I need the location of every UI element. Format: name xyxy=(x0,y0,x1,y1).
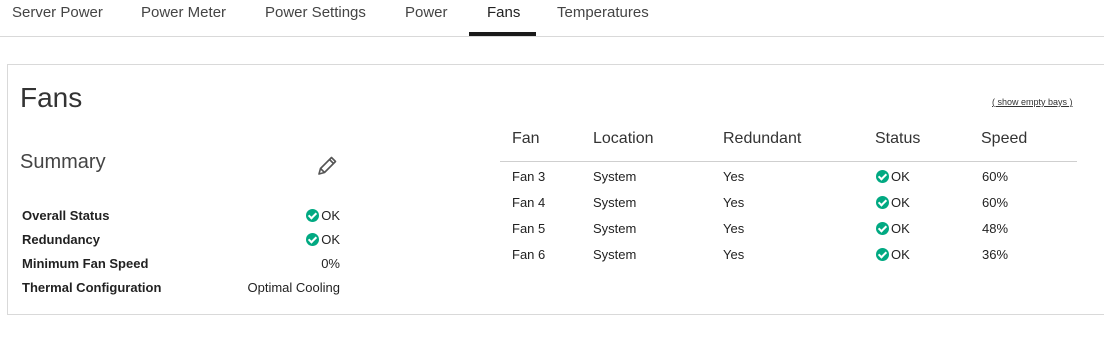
cell-status: OK xyxy=(876,221,910,236)
cell-fan: Fan 3 xyxy=(512,169,546,184)
status-text: OK xyxy=(891,169,910,184)
status-text: OK xyxy=(321,208,340,223)
status-text: OK xyxy=(891,221,910,236)
cell-redundant: Yes xyxy=(723,195,745,210)
ok-check-icon xyxy=(306,209,320,222)
column-header-fan[interactable]: Fan xyxy=(512,130,540,148)
tab-power[interactable]: Power xyxy=(405,0,448,37)
status-text: OK xyxy=(891,195,910,210)
active-tab-indicator xyxy=(469,32,536,36)
tab-bar: Server Power Power Meter Power Settings … xyxy=(0,0,1104,37)
column-header-status[interactable]: Status xyxy=(875,130,920,148)
table-row: Fan 3 System Yes OK 60% xyxy=(500,165,1077,191)
summary-row-minimum-fan-speed: Minimum Fan Speed 0% xyxy=(22,254,340,276)
table-row: Fan 4 System Yes OK 60% xyxy=(500,191,1077,217)
tab-server-power[interactable]: Server Power xyxy=(12,0,103,37)
show-empty-bays-link[interactable]: ( show empty bays ) xyxy=(992,97,1073,107)
column-header-redundant[interactable]: Redundant xyxy=(723,130,801,148)
tab-power-settings[interactable]: Power Settings xyxy=(265,0,366,37)
summary-title: Summary xyxy=(20,151,106,173)
fans-panel: Fans ( show empty bays ) Summary Overall… xyxy=(7,64,1104,315)
ok-check-icon xyxy=(876,222,889,235)
summary-value: OK xyxy=(306,208,340,223)
ok-check-icon xyxy=(876,248,889,261)
cell-speed: 60% xyxy=(982,195,1009,210)
cell-redundant: Yes xyxy=(723,221,745,236)
ok-check-icon xyxy=(306,233,320,246)
summary-value: 0% xyxy=(321,256,340,271)
pencil-edit-icon[interactable] xyxy=(314,153,340,179)
summary-label: Thermal Configuration xyxy=(22,280,162,295)
summary-row-redundancy: Redundancy OK xyxy=(22,230,340,252)
cell-fan: Fan 4 xyxy=(512,195,546,210)
summary-row-thermal-configuration: Thermal Configuration Optimal Cooling xyxy=(22,278,340,300)
cell-redundant: Yes xyxy=(723,247,745,262)
cell-location: System xyxy=(593,221,637,236)
cell-status: OK xyxy=(876,169,910,184)
status-text: OK xyxy=(321,232,340,247)
summary-label: Redundancy xyxy=(22,232,101,247)
cell-speed: 60% xyxy=(982,169,1009,184)
ok-check-icon xyxy=(876,170,889,183)
cell-speed: 48% xyxy=(982,221,1009,236)
tab-power-meter[interactable]: Power Meter xyxy=(141,0,226,37)
table-row: Fan 6 System Yes OK 36% xyxy=(500,243,1077,269)
cell-location: System xyxy=(593,247,637,262)
cell-status: OK xyxy=(876,195,910,210)
cell-fan: Fan 5 xyxy=(512,221,546,236)
table-row: Fan 5 System Yes OK 48% xyxy=(500,217,1077,243)
cell-location: System xyxy=(593,195,637,210)
column-header-speed[interactable]: Speed xyxy=(981,130,1027,148)
tab-temperatures[interactable]: Temperatures xyxy=(557,0,649,37)
page-title: Fans xyxy=(20,82,83,113)
summary-row-overall-status: Overall Status OK xyxy=(22,206,340,228)
status-text: OK xyxy=(891,247,910,262)
cell-status: OK xyxy=(876,247,910,262)
summary-label: Minimum Fan Speed xyxy=(22,256,149,271)
summary-value: Optimal Cooling xyxy=(247,280,341,295)
table-header: Fan Location Redundant Status Speed xyxy=(500,125,1077,162)
cell-location: System xyxy=(593,169,637,184)
summary-value: OK xyxy=(306,232,340,247)
cell-speed: 36% xyxy=(982,247,1009,262)
cell-fan: Fan 6 xyxy=(512,247,546,262)
column-header-location[interactable]: Location xyxy=(593,130,654,148)
ok-check-icon xyxy=(876,196,889,209)
summary-label: Overall Status xyxy=(22,208,110,223)
cell-redundant: Yes xyxy=(723,169,745,184)
